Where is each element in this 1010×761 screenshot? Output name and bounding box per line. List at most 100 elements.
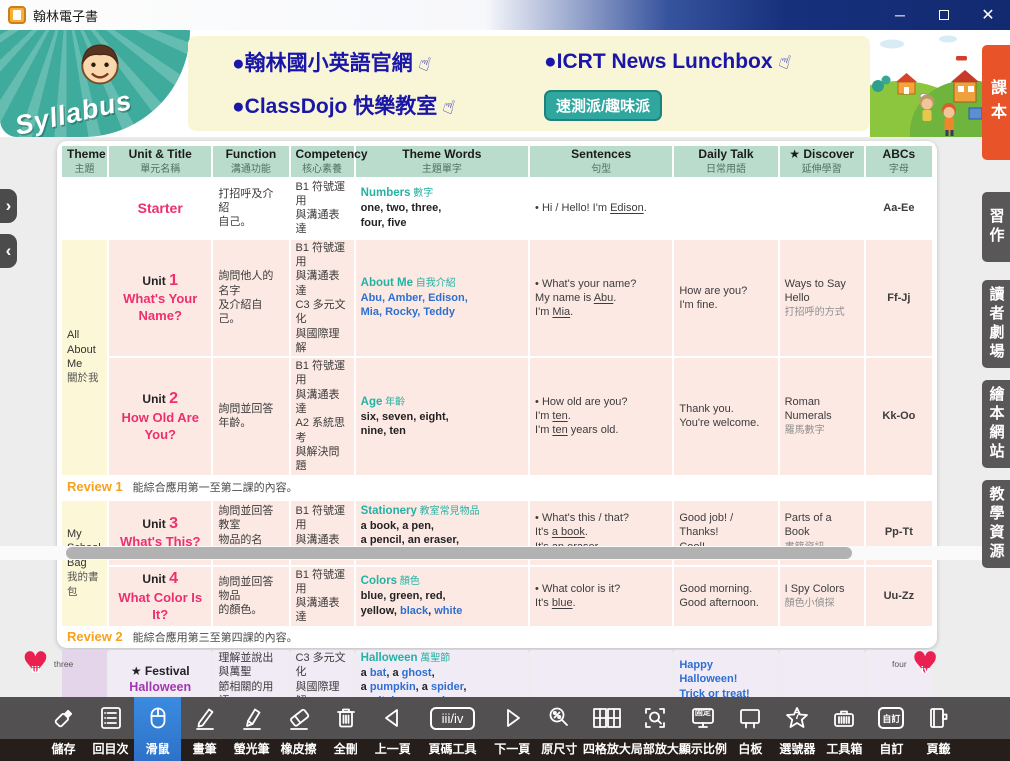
cell-discover: Ways to Say Hello打招呼的方式 bbox=[780, 240, 864, 356]
horizontal-scrollbar-track[interactable] bbox=[0, 546, 1010, 560]
page-indicator: iii/iv bbox=[430, 707, 476, 730]
cell-sentences: • How old are you?I'm ten.I'm ten years … bbox=[530, 358, 672, 474]
tab-teaching-resources[interactable]: 教學資源 bbox=[982, 480, 1010, 568]
col-header-abcs: ABCs字母 bbox=[866, 146, 932, 177]
link-classdojo[interactable]: ●ClassDojo 快樂教室☝ bbox=[232, 90, 544, 120]
cell-unit-title: Unit 2How Old Are You? bbox=[109, 358, 211, 474]
cell-function: 詢問並回答物品 的顏色。 bbox=[213, 567, 288, 626]
link-hanlin-english-site[interactable]: ●翰林國小英語官網☝ bbox=[232, 47, 544, 77]
toc-list-icon bbox=[98, 705, 124, 731]
cell-sentences: • What's your name?My name is Abu.I'm Mi… bbox=[530, 240, 672, 356]
panel-toggle-open[interactable]: › bbox=[0, 189, 17, 223]
toolbar-highlighter[interactable]: 螢光筆 bbox=[228, 697, 275, 761]
maximize-icon bbox=[939, 10, 949, 20]
banner: Syllabus ●翰林國小英語官網☝ ●ICRT News Lunchbox☝… bbox=[0, 30, 1010, 137]
tab-readers-theater[interactable]: 讀者劇場 bbox=[982, 280, 1010, 368]
eraser-icon bbox=[286, 705, 312, 731]
pointer-hand-icon: ☝ bbox=[416, 51, 434, 76]
pointer-hand-icon: ☝ bbox=[775, 49, 793, 74]
toolbar-delete-all[interactable]: 全刪 bbox=[322, 697, 369, 761]
app-icon bbox=[8, 6, 26, 24]
fixed-label: 固定 bbox=[679, 707, 727, 718]
cell-abcs: Kk-Oo bbox=[866, 358, 932, 474]
toolbar-next-page[interactable]: 下一頁 bbox=[489, 697, 536, 761]
syllabus-logo: Syllabus bbox=[0, 30, 190, 137]
heart-icon: ♥iv bbox=[912, 650, 939, 678]
toolbar-number-picker[interactable]: 7 選號器 bbox=[774, 697, 821, 761]
bottom-toolbar: 儲存 回目次 滑鼠 畫筆 螢光筆 橡皮擦 全刪 bbox=[0, 697, 1010, 761]
col-header-sentences: Sentences句型 bbox=[530, 146, 672, 177]
title-bar: 翰林電子書 ─ ✕ bbox=[0, 0, 1010, 30]
cell-abcs: Uu-Zz bbox=[866, 567, 932, 626]
cell-theme-all-about-me: All About Me關於我 bbox=[62, 240, 107, 475]
pointer-hand-icon: ☝ bbox=[440, 95, 458, 120]
toolbar-prev-page[interactable]: 上一頁 bbox=[369, 697, 416, 761]
col-header-unit-title: Unit & Title單元名稱 bbox=[109, 146, 211, 177]
triangle-left-icon bbox=[380, 705, 406, 731]
review1-label: Review 1 bbox=[67, 479, 123, 494]
page-number-right: four ♥iv bbox=[892, 650, 939, 678]
cell-sentences: • Hi / Hello! I'm Edison. bbox=[530, 179, 672, 238]
close-button[interactable]: ✕ bbox=[966, 0, 1010, 30]
cell-daily-talk: Thank you. You're welcome. bbox=[674, 358, 777, 474]
maximize-button[interactable] bbox=[922, 0, 966, 30]
row-unit2: Unit 2How Old Are You? 詢問並回答年齡。 B1 符號運用 … bbox=[62, 358, 932, 474]
tab-picture-book-site[interactable]: 繪本網站 bbox=[982, 380, 1010, 468]
custom-box-icon: 自訂 bbox=[878, 707, 904, 729]
cell-discover: Roman Numerals羅馬數字 bbox=[780, 358, 864, 474]
book-tab-icon bbox=[925, 705, 951, 731]
cell-daily-talk bbox=[674, 179, 777, 238]
col-header-daily-talk: Daily Talk日常用語 bbox=[674, 146, 777, 177]
toolbar-page-number-tool[interactable]: iii/iv 頁碼工具 bbox=[416, 697, 489, 761]
cell-theme-words: Numbers 數字one, two, three,four, five bbox=[356, 179, 528, 238]
row-review2: Review 2能綜合應用第三至第四課的內容。 bbox=[62, 628, 932, 648]
horizontal-scrollbar-thumb[interactable] bbox=[66, 547, 852, 559]
quick-test-button[interactable]: 速測派/趣味派 bbox=[544, 90, 662, 121]
cell-discover: I Spy Colors顏色小偵探 bbox=[780, 567, 864, 626]
col-header-competency: Competency核心素養 bbox=[291, 146, 354, 177]
trash-icon bbox=[333, 705, 359, 731]
row-unit1: All About Me關於我 Unit 1What's Your Name? … bbox=[62, 240, 932, 356]
cell-unit-title: Unit 1What's Your Name? bbox=[109, 240, 211, 356]
four-grid-icon bbox=[592, 705, 622, 731]
toolbar-region-zoom[interactable]: 局部放大 bbox=[631, 697, 679, 761]
toolbar-save[interactable]: 儲存 bbox=[40, 697, 87, 761]
toolbar-original-size[interactable]: 原尺寸 bbox=[536, 697, 583, 761]
page-number-left: ♥iii three bbox=[22, 650, 73, 678]
row-unit4: Unit 4What Color Is It? 詢問並回答物品 的顏色。 B1 … bbox=[62, 567, 932, 626]
cell-daily-talk: How are you? I'm fine. bbox=[674, 240, 777, 356]
col-header-theme-words: Theme Words主題單字 bbox=[356, 146, 528, 177]
cell-review2: Review 2能綜合應用第三至第四課的內容。 bbox=[62, 628, 932, 648]
cell-function: 詢問他人的名字 及介紹自己。 bbox=[213, 240, 288, 356]
cell-review1: Review 1能綜合應用第一至第二課的內容。 bbox=[62, 477, 932, 499]
toolbar-whiteboard[interactable]: 白板 bbox=[727, 697, 774, 761]
toolbar-toolbox[interactable]: 工具箱 bbox=[821, 697, 868, 761]
syllabus-page: Theme主題 Unit & Title單元名稱 Function溝通功能 Co… bbox=[57, 141, 937, 648]
toolbar-pen[interactable]: 畫筆 bbox=[181, 697, 228, 761]
usb-save-icon bbox=[51, 705, 77, 731]
cell-unit-title: Starter bbox=[109, 179, 211, 238]
cell-theme-words: Colors 顏色blue, green, red,yellow, black,… bbox=[356, 567, 528, 626]
col-header-function: Function溝通功能 bbox=[213, 146, 288, 177]
boy-face-icon bbox=[72, 34, 128, 90]
toolbar-custom[interactable]: 自訂 自訂 bbox=[868, 697, 915, 761]
toolbar-four-grid-zoom[interactable]: 四格放大 bbox=[583, 697, 631, 761]
toolbar-display-ratio[interactable]: 固定 顯示比例 bbox=[679, 697, 727, 761]
cell-competency: B1 符號運用 與溝通表達 A2 系統思考 與解決問題 bbox=[291, 358, 354, 474]
whiteboard-icon bbox=[737, 705, 763, 731]
toolbar-page-tabs[interactable]: 頁籤 bbox=[915, 697, 962, 761]
cell-abcs: Aa-Ee bbox=[866, 179, 932, 238]
cell-unit-title: Unit 4What Color Is It? bbox=[109, 567, 211, 626]
syllabus-table: Theme主題 Unit & Title單元名稱 Function溝通功能 Co… bbox=[60, 144, 934, 761]
minimize-button[interactable]: ─ bbox=[878, 0, 922, 30]
toolbar-back-to-toc[interactable]: 回目次 bbox=[87, 697, 134, 761]
banner-links-panel: ●翰林國小英語官網☝ ●ICRT News Lunchbox☝ ●ClassDo… bbox=[188, 36, 870, 131]
tab-workbook[interactable]: 習作 bbox=[982, 192, 1010, 262]
toolbar-eraser[interactable]: 橡皮擦 bbox=[275, 697, 322, 761]
toolbox-icon bbox=[831, 705, 857, 731]
toolbar-mouse[interactable]: 滑鼠 bbox=[134, 697, 181, 761]
cell-theme-words: Age 年齡six, seven, eight,nine, ten bbox=[356, 358, 528, 474]
tab-textbook[interactable]: 課本 bbox=[982, 45, 1010, 160]
panel-toggle-close[interactable]: ‹ bbox=[0, 234, 17, 268]
link-icrt-news-lunchbox[interactable]: ●ICRT News Lunchbox☝ bbox=[544, 50, 856, 74]
